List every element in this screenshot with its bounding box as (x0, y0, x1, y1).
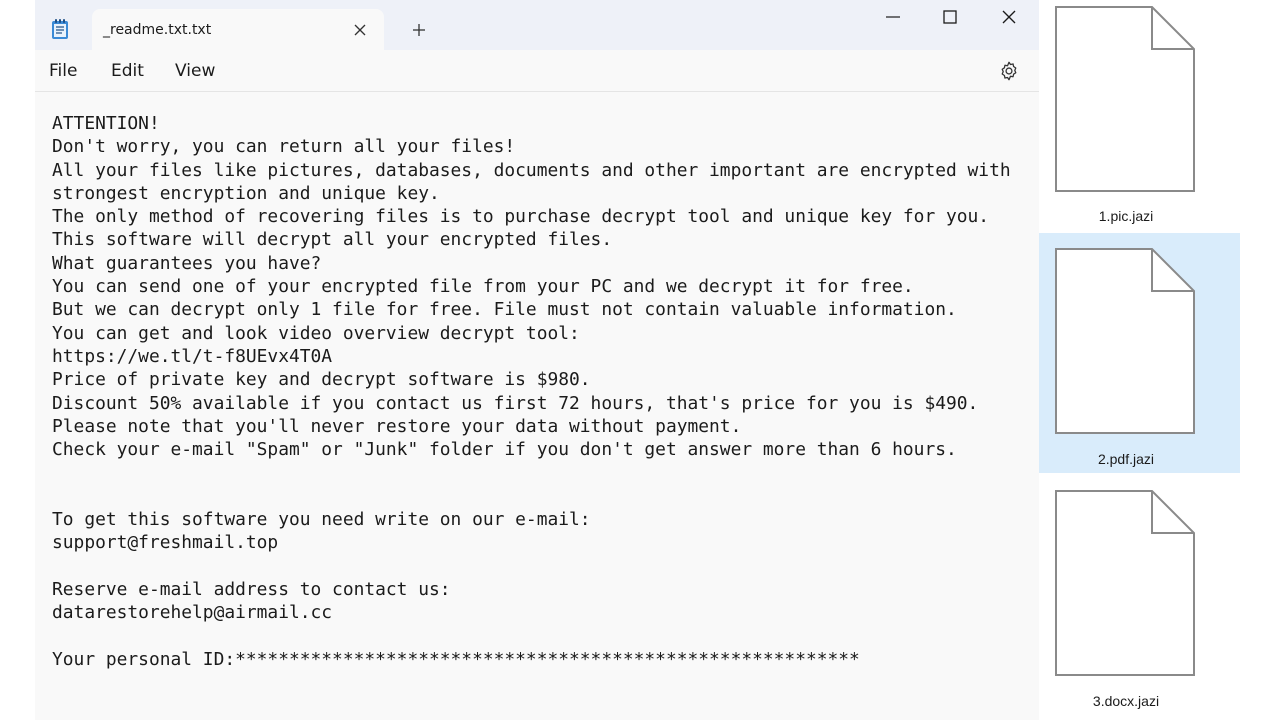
editor-line: But we can decrypt only 1 file for free.… (52, 299, 957, 321)
menu-file[interactable]: File (49, 61, 77, 81)
title-bar[interactable]: _readme.txt.txt (35, 0, 1039, 50)
editor-line: The only method of recovering files is t… (52, 206, 990, 228)
file-item-2[interactable]: 2.pdf.jazi (1039, 233, 1240, 473)
editor-line: Reserve e-mail address to contact us: (52, 578, 451, 600)
editor-line: You can send one of your encrypted file … (52, 276, 914, 298)
document-icon (1055, 490, 1195, 676)
notepad-window: _readme.txt.txt File Edit View ATTENTION… (35, 0, 1040, 720)
file-name: 3.docx.jazi (1092, 693, 1160, 709)
text-editor[interactable]: ATTENTION! Don't worry, you can return a… (35, 92, 1039, 720)
editor-line: Price of private key and decrypt softwar… (52, 369, 591, 391)
file-name: 1.pic.jazi (1098, 208, 1154, 224)
file-item-3[interactable]: 3.docx.jazi (1039, 480, 1240, 720)
editor-line: Discount 50% available if you contact us… (52, 392, 979, 414)
new-tab-icon[interactable] (410, 21, 428, 39)
file-name: 2.pdf.jazi (1097, 451, 1155, 467)
editor-line: datarestorehelp@airmail.cc (52, 602, 333, 624)
editor-line: This software will decrypt all your encr… (52, 229, 613, 251)
document-icon (1055, 248, 1195, 434)
editor-line: Please note that you'll never restore yo… (52, 415, 742, 437)
notepad-icon (52, 19, 68, 39)
editor-line: strongest encryption and unique key. (52, 182, 440, 204)
gear-icon[interactable] (998, 60, 1020, 82)
maximize-icon[interactable] (941, 8, 959, 26)
window-close-icon[interactable] (1000, 8, 1018, 26)
editor-line: You can get and look video overview decr… (52, 322, 580, 344)
editor-line: To get this software you need write on o… (52, 509, 591, 531)
editor-line: Your personal ID:***********************… (52, 648, 860, 670)
editor-line: Check your e-mail "Spam" or "Junk" folde… (52, 439, 957, 461)
editor-line: What guarantees you have? (52, 252, 322, 274)
editor-line: ATTENTION! (52, 113, 160, 134)
document-icon (1055, 6, 1195, 192)
tab-title: _readme.txt.txt (103, 22, 212, 38)
editor-content[interactable]: ATTENTION! Don't worry, you can return a… (52, 112, 1011, 671)
close-icon[interactable] (350, 20, 370, 40)
editor-line: Don't worry, you can return all your fil… (52, 136, 516, 158)
minimize-icon[interactable] (884, 8, 902, 26)
explorer-file-panel: 1.pic.jazi 2.pdf.jazi 3.docx.jazi (1039, 0, 1280, 720)
menu-bar: File Edit View (35, 50, 1039, 92)
menu-view[interactable]: View (175, 61, 215, 81)
menu-edit[interactable]: Edit (111, 61, 144, 81)
editor-line: support@freshmail.top (52, 532, 279, 554)
file-item-1[interactable]: 1.pic.jazi (1039, 0, 1240, 240)
editor-line: All your files like pictures, databases,… (52, 159, 1011, 181)
tab-readme[interactable]: _readme.txt.txt (92, 9, 384, 50)
editor-line: https://we.tl/t-f8UEvx4T0A (52, 345, 333, 367)
